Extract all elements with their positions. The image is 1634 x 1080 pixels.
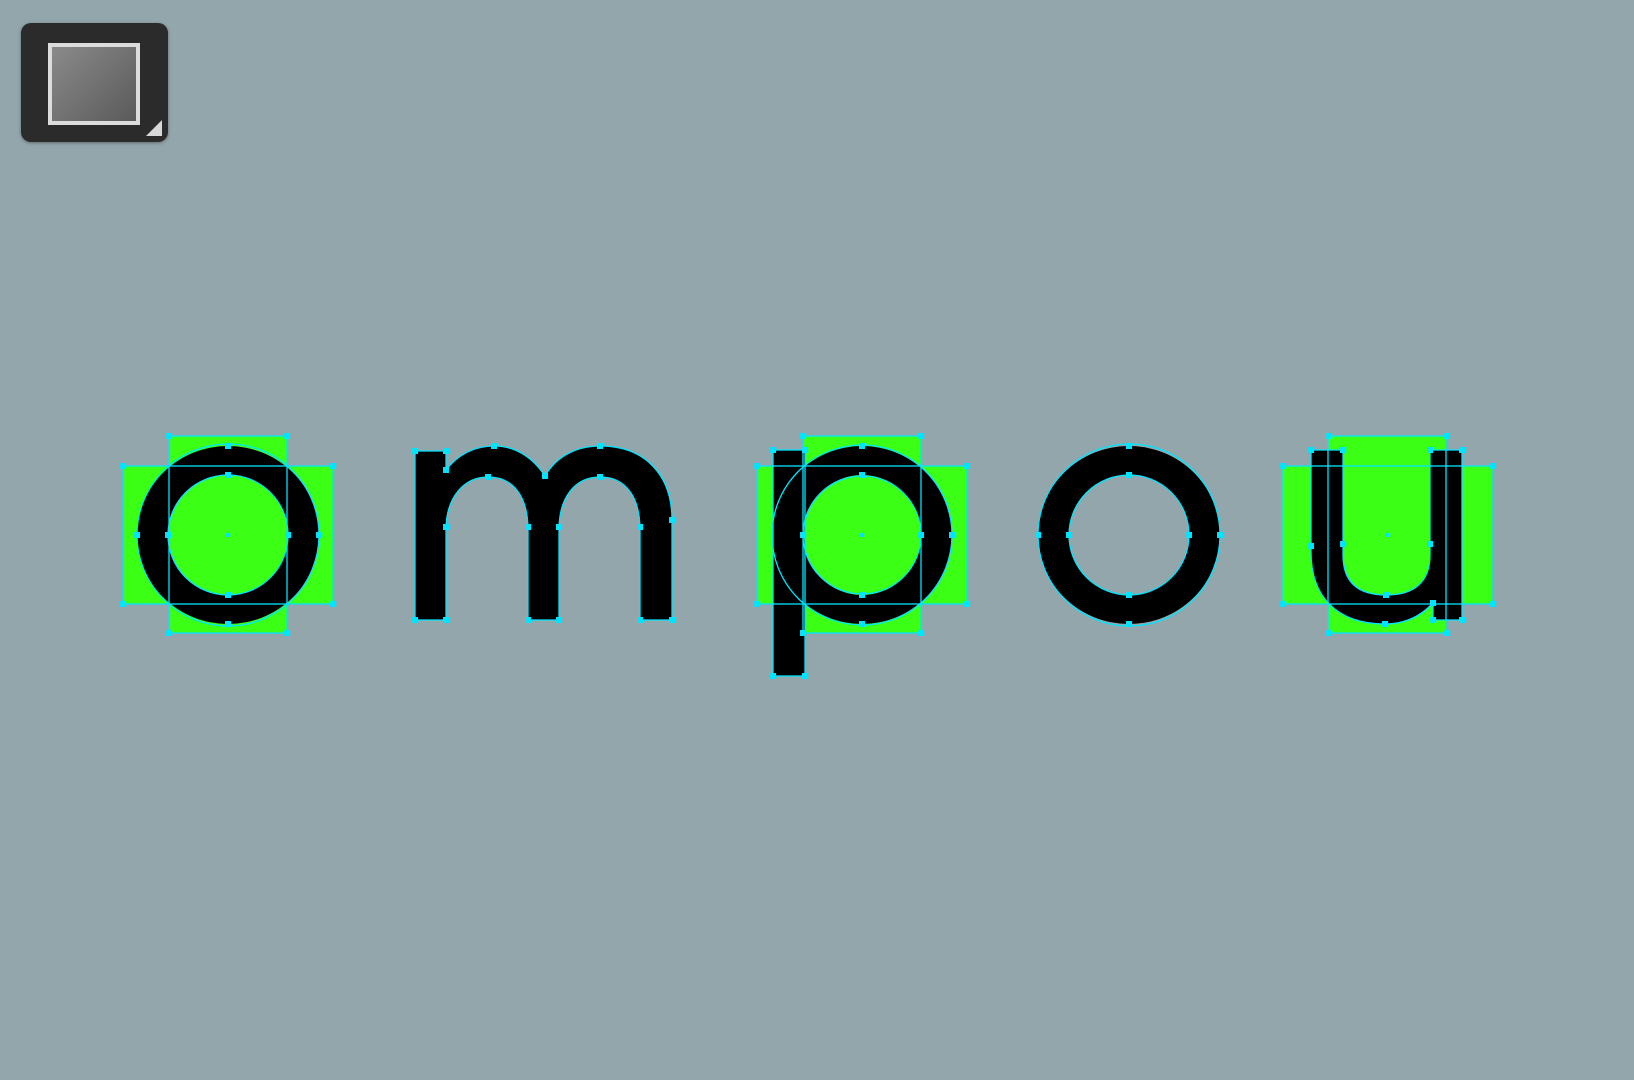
glyph-m-outline [415,446,672,620]
glyph-o-selected[interactable] [120,433,336,636]
glyph-m[interactable] [412,443,675,623]
artboard-canvas[interactable] [0,0,1634,1080]
glyph-u-selected[interactable] [1279,433,1495,636]
glyph-p-selected[interactable] [754,433,970,679]
glyph-o[interactable] [1035,443,1223,627]
